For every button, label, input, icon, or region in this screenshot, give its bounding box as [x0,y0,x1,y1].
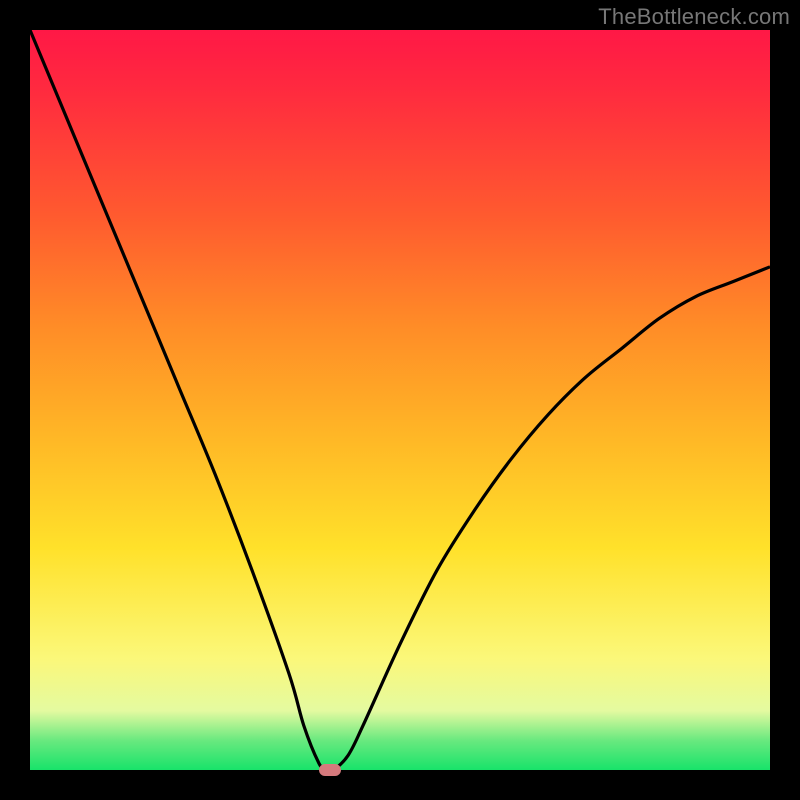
curve-path [30,30,770,770]
optimal-marker [319,764,341,776]
chart-plot-area [30,30,770,770]
bottleneck-curve [30,30,770,770]
watermark-text: TheBottleneck.com [598,4,790,30]
chart-frame: TheBottleneck.com [0,0,800,800]
